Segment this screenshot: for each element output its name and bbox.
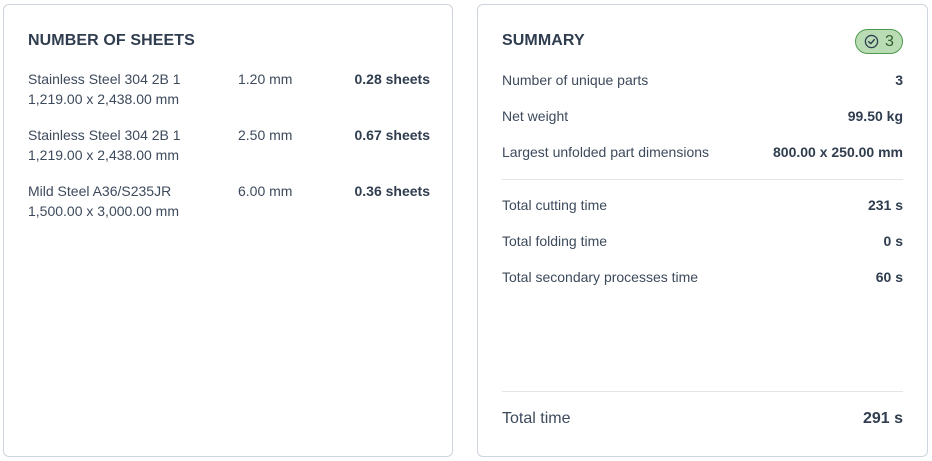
summary-row-secondary-time: Total secondary processes time 60 s <box>502 269 903 289</box>
summary-row-cutting-time: Total cutting time 231 s <box>502 197 903 217</box>
total-time-row: Total time 291 s <box>502 410 903 432</box>
sheets-panel: NUMBER OF SHEETS Stainless Steel 304 2B … <box>3 4 453 457</box>
sheets-title: NUMBER OF SHEETS <box>28 32 195 49</box>
sheet-thickness: 6.00 mm <box>238 183 293 199</box>
summary-panel: SUMMARY 3 Number of unique parts 3 Net w… <box>477 4 928 457</box>
summary-label: Net weight <box>502 108 569 124</box>
summary-label: Largest unfolded part dimensions <box>502 144 710 160</box>
summary-label: Total secondary processes time <box>502 269 699 285</box>
summary-label: Total folding time <box>502 233 608 249</box>
sheet-thickness: 2.50 mm <box>238 127 293 143</box>
sheet-material: Mild Steel A36/S235JR <box>28 183 172 199</box>
summary-title: SUMMARY <box>502 32 585 49</box>
badge-count: 3 <box>885 32 894 50</box>
summary-row-unique-parts: Number of unique parts 3 <box>502 72 903 92</box>
summary-value: 60 s <box>875 269 903 285</box>
summary-label: Total cutting time <box>502 197 608 213</box>
sheet-count: 0.36 sheets <box>354 183 431 199</box>
summary-row-net-weight: Net weight 99.50 kg <box>502 108 903 128</box>
summary-value: 3 <box>895 72 903 88</box>
sheet-row: Mild Steel A36/S235JR 1,500.00 x 3,000.0… <box>28 183 430 223</box>
summary-value: 0 s <box>883 233 903 249</box>
unique-parts-badge[interactable]: 3 <box>855 29 903 54</box>
summary-row-folding-time: Total folding time 0 s <box>502 233 903 253</box>
sheet-dimensions: 1,219.00 x 2,438.00 mm <box>28 147 179 163</box>
summary-row-largest-dimensions: Largest unfolded part dimensions 800.00 … <box>502 144 903 164</box>
summary-divider <box>502 179 903 180</box>
sheet-material: Stainless Steel 304 2B 1 <box>28 71 181 87</box>
summary-value: 231 s <box>867 197 903 213</box>
summary-value: 800.00 x 250.00 mm <box>773 144 903 160</box>
sheet-dimensions: 1,219.00 x 2,438.00 mm <box>28 91 179 107</box>
sheet-thickness: 1.20 mm <box>238 71 293 87</box>
sheet-dimensions: 1,500.00 x 3,000.00 mm <box>28 203 179 219</box>
summary-value: 99.50 kg <box>847 108 903 124</box>
check-circle-icon <box>864 34 879 49</box>
sheet-count: 0.67 sheets <box>354 127 431 143</box>
summary-label: Number of unique parts <box>502 72 649 88</box>
sheet-material: Stainless Steel 304 2B 1 <box>28 127 181 143</box>
sheet-row: Stainless Steel 304 2B 1 1,219.00 x 2,43… <box>28 127 430 167</box>
total-divider <box>502 391 903 392</box>
total-time-value: 291 s <box>862 410 903 427</box>
total-time-label: Total time <box>502 410 571 427</box>
sheet-count: 0.28 sheets <box>354 71 431 87</box>
sheet-row: Stainless Steel 304 2B 1 1,219.00 x 2,43… <box>28 71 430 111</box>
